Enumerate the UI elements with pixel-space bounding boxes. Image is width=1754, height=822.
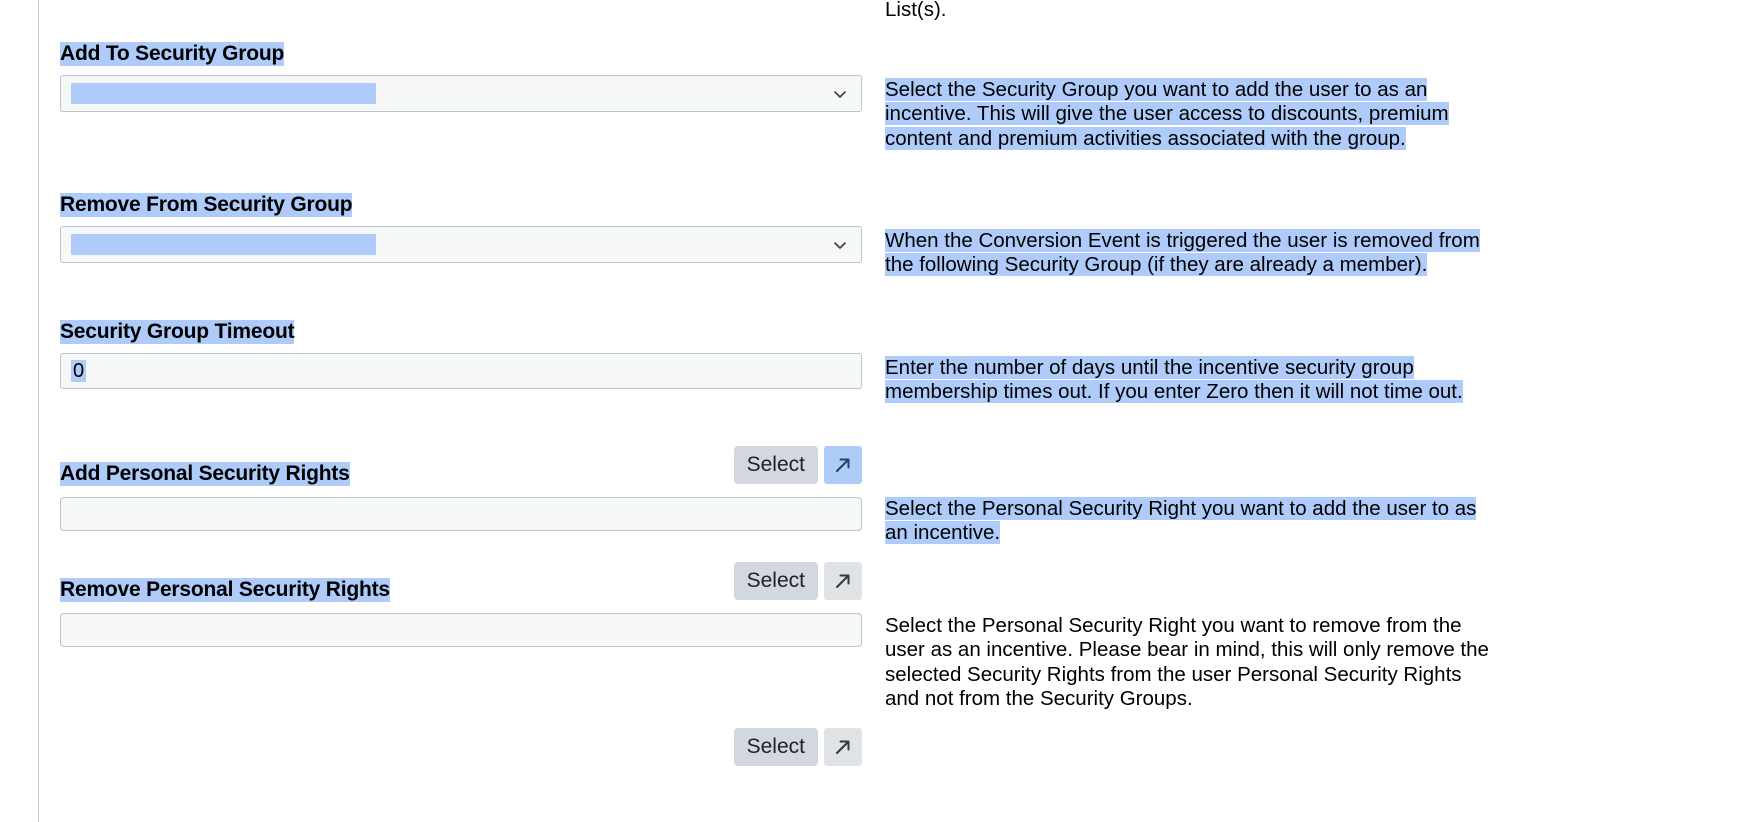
input-remove-personal-security-rights[interactable] <box>60 613 862 648</box>
help-text-fragment-list: List(s). <box>885 0 947 21</box>
select-value-remove-from-security-group <box>71 234 376 256</box>
label-security-group-timeout: Security Group Timeout <box>60 320 295 345</box>
input-value-security-group-timeout: 0 <box>71 360 87 383</box>
input-add-personal-security-rights[interactable] <box>60 497 862 532</box>
label-remove-personal-security-rights: Remove Personal Security Rights <box>60 578 390 603</box>
field-add-to-security-group: Add To Security Group <box>60 42 862 113</box>
select-add-to-security-group[interactable] <box>60 75 862 113</box>
picker-controls-add-personal-security-rights: Select <box>733 446 862 484</box>
field-add-personal-security-rights: Add Personal Security Rights Select <box>60 446 862 532</box>
chevron-down-icon <box>831 236 849 254</box>
label-add-personal-security-rights: Add Personal Security Rights <box>60 462 350 487</box>
help-text-add-to-security-group: Select the Security Group you want to ad… <box>885 78 1449 150</box>
field-remove-personal-security-rights: Remove Personal Security Rights Select <box>60 562 862 648</box>
field-remove-from-security-group: Remove From Security Group <box>60 193 862 264</box>
select-button-remove-personal-security-rights[interactable]: Select <box>733 562 818 600</box>
arrow-up-right-icon[interactable] <box>824 562 862 600</box>
arrow-up-right-icon[interactable] <box>824 446 862 484</box>
select-value-add-to-security-group <box>71 83 376 105</box>
picker-controls-remove-personal-security-rights: Select <box>733 562 862 600</box>
input-security-group-timeout[interactable]: 0 <box>60 353 862 390</box>
help-text-remove-personal-security-rights: Select the Personal Security Right you w… <box>885 614 1489 710</box>
help-text-add-personal-security-rights: Select the Personal Security Right you w… <box>885 497 1477 545</box>
picker-controls-next-field-clipped: Select <box>733 728 862 766</box>
arrow-up-right-icon[interactable] <box>824 728 862 766</box>
panel-left-rule <box>38 0 39 822</box>
field-security-group-timeout: Security Group Timeout 0 <box>60 320 862 390</box>
chevron-down-icon <box>831 85 849 103</box>
select-button-next-field[interactable]: Select <box>733 728 818 766</box>
label-add-to-security-group: Add To Security Group <box>60 42 285 67</box>
help-text-remove-from-security-group: When the Conversion Event is triggered t… <box>885 229 1480 277</box>
select-remove-from-security-group[interactable] <box>60 226 862 264</box>
help-text-security-group-timeout: Enter the number of days until the incen… <box>885 356 1463 404</box>
label-remove-from-security-group: Remove From Security Group <box>60 193 353 218</box>
select-button-add-personal-security-rights[interactable]: Select <box>733 446 818 484</box>
form-page: List(s). Select the Security Group you w… <box>0 0 1754 822</box>
